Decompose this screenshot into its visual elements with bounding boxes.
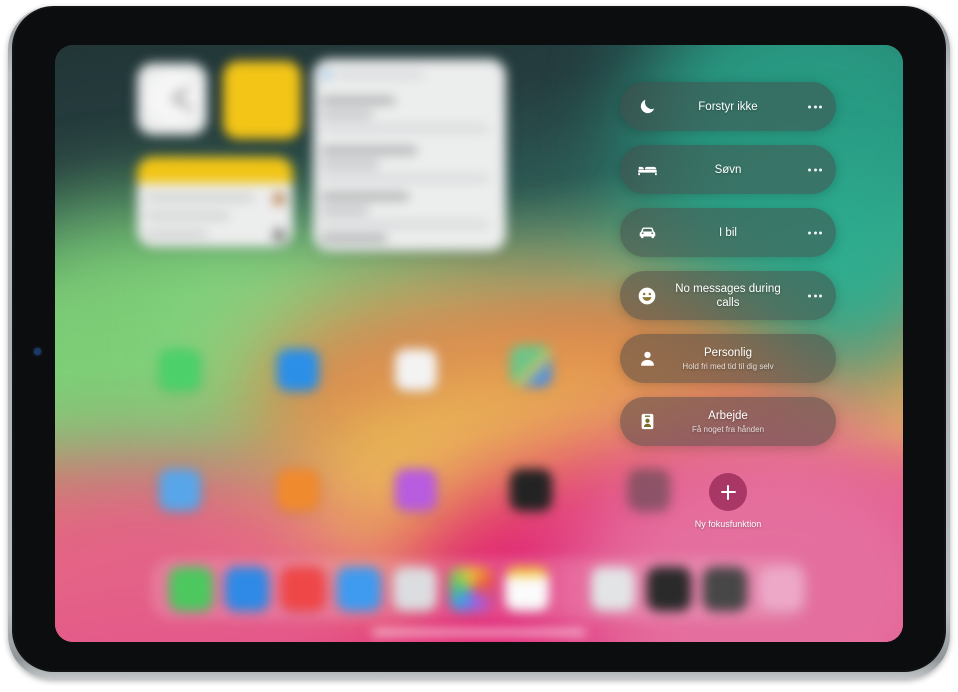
focus-card-personal[interactable]: Personlig Hold fri med tid til dig selv xyxy=(620,334,836,383)
dot-icon xyxy=(819,294,822,297)
app-icon[interactable] xyxy=(395,349,437,391)
notes-widget-header xyxy=(137,157,293,183)
pencil-pairing-indicator xyxy=(34,348,41,355)
app-icon[interactable] xyxy=(277,469,319,511)
dock-icon[interactable] xyxy=(591,567,635,611)
new-focus-label: Ny fokusfunktion xyxy=(694,519,762,529)
mail-avatar-icon xyxy=(321,69,332,80)
app-icon[interactable] xyxy=(159,469,201,511)
dot-icon xyxy=(808,105,811,108)
dock-icon[interactable] xyxy=(449,567,493,611)
notes-list-widget[interactable] xyxy=(137,157,293,247)
notes-badge-icon xyxy=(273,193,285,205)
dock-icon[interactable] xyxy=(505,567,549,611)
dot-icon xyxy=(813,231,817,234)
focus-card-title: No messages during calls xyxy=(675,282,781,309)
screenshot-root: Forstyr ikke Søvn I bil No messages duri… xyxy=(0,0,958,692)
focus-card-more-button[interactable] xyxy=(808,168,822,171)
focus-card-title: Arbejde xyxy=(708,409,748,422)
focus-card-title: Personlig xyxy=(704,346,752,359)
home-indicator[interactable] xyxy=(372,630,586,635)
dock-icon[interactable] xyxy=(337,567,381,611)
focus-card-title: Søvn xyxy=(714,163,742,176)
badge-icon xyxy=(636,411,658,433)
focus-panel: Forstyr ikke Søvn I bil No messages duri… xyxy=(620,82,836,529)
dock-icon[interactable] xyxy=(225,567,269,611)
dock-icon[interactable] xyxy=(703,567,747,611)
focus-card-driving[interactable]: I bil xyxy=(620,208,836,257)
moon-icon xyxy=(636,96,658,118)
app-icon[interactable] xyxy=(510,345,552,387)
bed-icon xyxy=(636,159,658,181)
plus-icon xyxy=(720,484,736,500)
dot-icon xyxy=(808,294,811,297)
mail-line xyxy=(321,125,489,132)
dock-icon[interactable] xyxy=(759,567,803,611)
notes-line xyxy=(146,231,208,237)
mail-line xyxy=(321,97,395,104)
focus-card-more-button[interactable] xyxy=(808,294,822,297)
notes-line xyxy=(146,195,254,201)
dock xyxy=(151,558,809,620)
mail-line xyxy=(321,111,373,118)
dot-icon xyxy=(813,168,817,171)
focus-card-more-button[interactable] xyxy=(808,105,822,108)
focus-card-subtitle: Få noget fra hånden xyxy=(691,424,765,434)
focus-card-sleep[interactable]: Søvn xyxy=(620,145,836,194)
mail-line xyxy=(321,193,409,200)
dock-icon[interactable] xyxy=(281,567,325,611)
focus-card-work[interactable]: Arbejde Få noget fra hånden xyxy=(620,397,836,446)
mail-line xyxy=(321,235,387,242)
dock-icon[interactable] xyxy=(393,567,437,611)
dot-icon xyxy=(808,168,811,171)
focus-card-subtitle: Hold fri med tid til dig selv xyxy=(682,361,774,371)
clock-widget[interactable] xyxy=(137,63,207,135)
dot-icon xyxy=(813,105,817,108)
dot-icon xyxy=(819,231,822,234)
app-icon[interactable] xyxy=(277,349,319,391)
dock-icon[interactable] xyxy=(169,567,213,611)
new-focus-add-button[interactable] xyxy=(709,473,747,511)
car-icon xyxy=(636,222,658,244)
app-icon[interactable] xyxy=(395,469,437,511)
app-icon[interactable] xyxy=(159,349,201,391)
ipad-screen: Forstyr ikke Søvn I bil No messages duri… xyxy=(55,45,903,642)
focus-card-title: Forstyr ikke xyxy=(698,100,758,113)
focus-card-do-not-disturb[interactable]: Forstyr ikke xyxy=(620,82,836,131)
focus-card-more-button[interactable] xyxy=(808,231,822,234)
app-icon[interactable] xyxy=(510,469,552,511)
notes-color-widget[interactable] xyxy=(223,61,301,139)
dot-icon xyxy=(808,231,811,234)
new-focus-section: Ny fokusfunktion xyxy=(620,473,836,529)
notes-line xyxy=(146,213,230,219)
mail-line xyxy=(321,207,369,214)
mail-line xyxy=(321,161,379,168)
dock-separator xyxy=(571,572,572,606)
mail-line xyxy=(321,175,489,182)
focus-card-no-messages-during-calls[interactable]: No messages during calls xyxy=(620,271,836,320)
mail-list-widget[interactable] xyxy=(313,59,506,251)
smiley-icon xyxy=(636,285,658,307)
dot-icon xyxy=(813,294,817,297)
dot-icon xyxy=(819,168,822,171)
person-icon xyxy=(636,348,658,370)
dot-icon xyxy=(819,105,822,108)
mail-line xyxy=(337,71,423,78)
dock-icon[interactable] xyxy=(647,567,691,611)
mail-line xyxy=(321,147,417,154)
focus-card-title: I bil xyxy=(719,226,737,239)
mail-line xyxy=(321,221,489,228)
notes-badge-icon xyxy=(273,229,285,241)
